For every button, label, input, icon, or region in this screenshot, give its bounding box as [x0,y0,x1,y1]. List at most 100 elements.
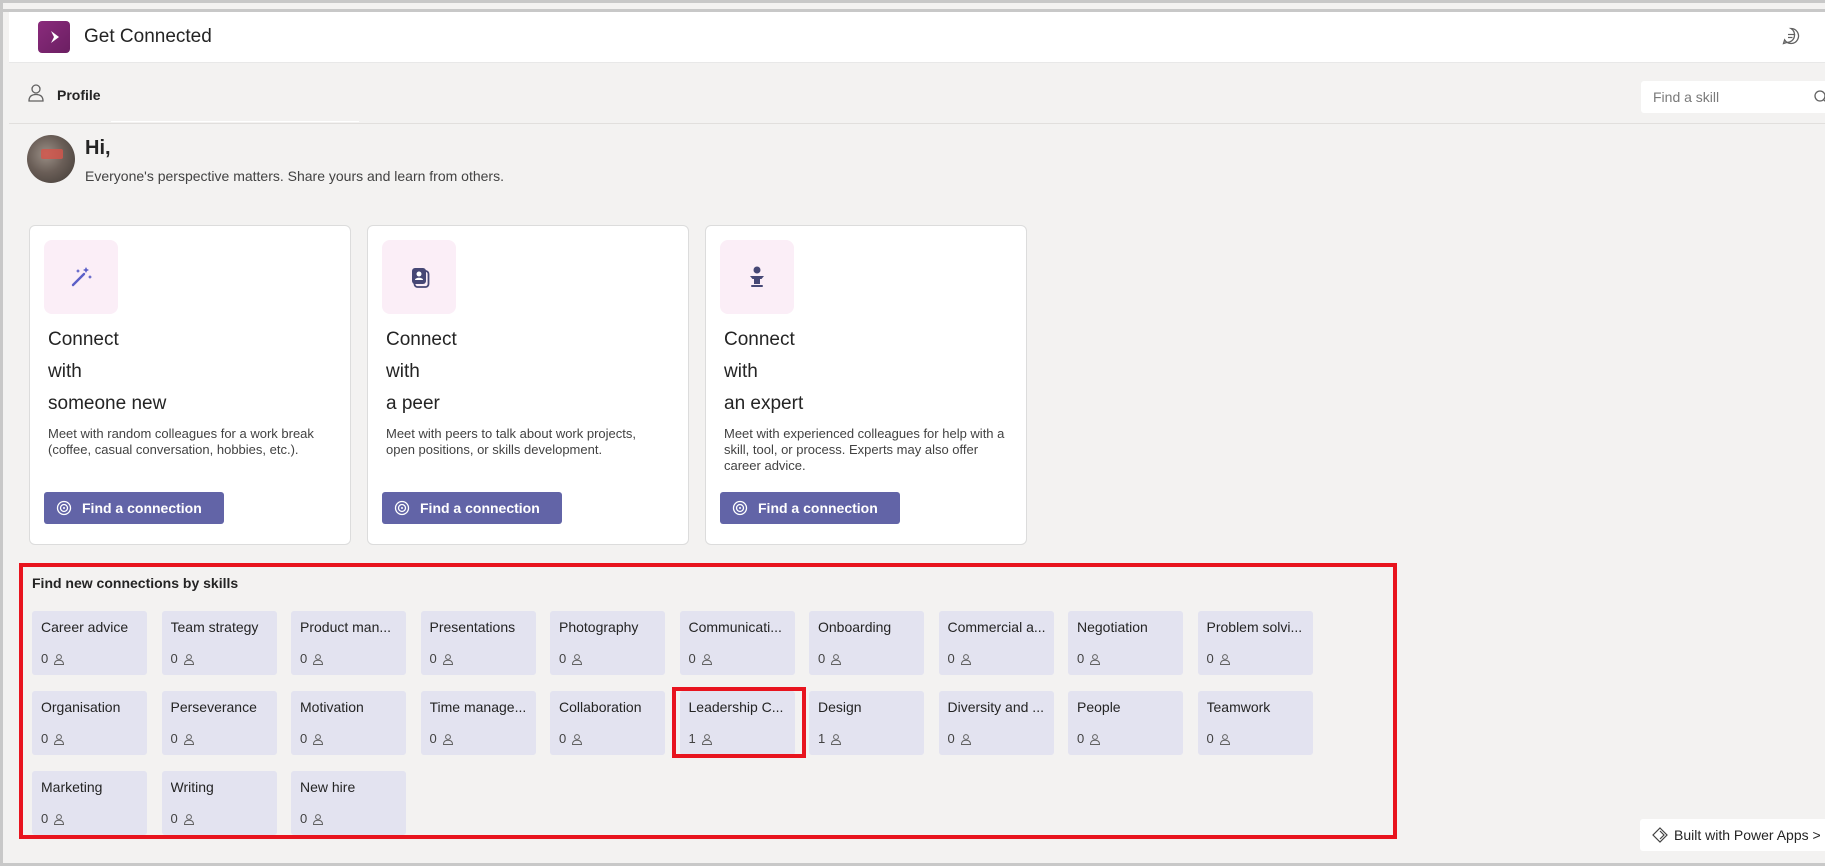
profile-label: Profile [57,86,101,103]
skill-count: 0 [300,651,324,666]
card-description: Meet with peers to talk about work proje… [386,426,637,457]
search-placeholder: Find a skill [1653,89,1720,105]
mentor-icon [720,240,794,314]
skill-name: People [1077,699,1121,715]
profile-link[interactable]: Profile [27,83,101,106]
skill-count: 0 [300,731,324,746]
skill-name: Diversity and ... [947,699,1044,715]
skill-name: Product man... [300,619,392,635]
app-frame: Get Connected Profile Find a skill Hi, E… [0,0,1825,866]
skill-tile[interactable]: Commercial a... 0 [938,611,1054,675]
skill-count: 0 [171,651,195,666]
skill-count: 1 [818,731,842,746]
skill-tile[interactable]: Presentations 0 [420,611,536,675]
skill-name: Photography [559,619,639,635]
skill-count: 0 [818,651,842,666]
magic-wand-icon [44,240,118,314]
app-title: Get Connected [84,26,212,47]
skills-section: Find new connections by skills Career ad… [18,563,1397,839]
find-connection-button[interactable]: Find a connection [44,492,224,524]
skill-tile[interactable]: Marketing 0 [32,771,147,835]
skill-name: Writing [170,779,214,795]
avatar[interactable] [27,135,75,183]
skill-tile[interactable]: Time manage... 0 [420,691,536,755]
power-apps-logo-icon [38,21,70,53]
skill-tile[interactable]: Team strategy 0 [161,611,277,675]
skill-count: 0 [1077,731,1101,746]
skill-count: 0 [1207,731,1231,746]
person-icon [1219,653,1230,665]
skill-tile[interactable]: Organisation 0 [32,691,147,755]
person-icon [1219,733,1230,745]
skill-tile[interactable]: Problem solvi... 0 [1197,611,1313,675]
person-icon [442,733,453,745]
skill-count: 0 [41,651,65,666]
person-icon [572,653,583,665]
skill-highlight-box [671,687,806,758]
app-header: Get Connected [9,12,1825,63]
search-input[interactable]: Find a skill [1641,81,1825,113]
skill-tile[interactable]: Writing 0 [161,771,277,835]
person-icon [54,813,65,825]
skills-heading: Find new connections by skills [32,575,239,591]
person-icon [183,653,194,665]
skill-name: Design [818,699,862,715]
person-icon [313,813,324,825]
skill-tile[interactable]: Motivation 0 [291,691,406,755]
skill-tile[interactable]: New hire 0 [291,771,406,835]
target-icon [732,500,748,516]
built-with-power-apps-link[interactable]: Built with Power Apps > [1640,819,1825,851]
skill-count: 0 [1207,651,1231,666]
skill-tile[interactable]: Diversity and ... 0 [938,691,1054,755]
skill-name: Team strategy [170,619,259,635]
skill-name: Collaboration [559,699,642,715]
chat-icon[interactable] [1781,26,1801,46]
skill-name: New hire [300,779,356,795]
nav-bar: Profile Find a skill [9,63,1825,124]
skill-count: 0 [948,651,972,666]
skill-name: Problem solvi... [1206,619,1303,635]
skill-tile[interactable]: People 0 [1068,691,1183,755]
skill-name: Negotiation [1077,619,1148,635]
skill-count: 0 [689,651,713,666]
person-icon [183,813,194,825]
person-icon [831,653,842,665]
target-icon [394,500,410,516]
person-icon [831,733,842,745]
skill-tile[interactable]: Communicati... 0 [679,611,795,675]
power-apps-diamond-icon [1652,827,1668,843]
person-icon [54,653,65,665]
skill-tile[interactable]: Collaboration 0 [550,691,665,755]
skill-tile[interactable]: Product man... 0 [291,611,406,675]
skill-tile[interactable]: Teamwork 0 [1197,691,1313,755]
skill-count: 0 [41,811,65,826]
target-icon [56,500,72,516]
skill-name: Presentations [429,619,516,635]
contact-card-icon [382,240,456,314]
skill-name: Marketing [41,779,103,795]
card-title: Connect with an expert [724,329,804,414]
connect-peer-card: Connect with a peer Meet with peers to tal… [367,225,689,545]
tab-underline [111,121,359,122]
skill-tile[interactable]: Career advice 0 [32,611,147,675]
skill-tile[interactable]: Perseverance 0 [161,691,277,755]
skill-tile[interactable]: Design 1 [809,691,924,755]
skill-count: 0 [300,811,324,826]
skill-name: Commercial a... [947,619,1046,635]
skill-tile[interactable]: Negotiation 0 [1068,611,1183,675]
person-icon [313,653,324,665]
skill-count: 0 [1077,651,1101,666]
skill-name: Career advice [41,619,129,635]
skill-name: Communicati... [688,619,782,635]
connect-expert-card: Connect with an expert Meet with experienc… [705,225,1027,545]
person-icon [27,83,45,106]
find-connection-button[interactable]: Find a connection [382,492,562,524]
skill-tile[interactable]: Photography 0 [550,611,665,675]
find-connection-button[interactable]: Find a connection [720,492,900,524]
skill-name: Perseverance [170,699,257,715]
person-icon [1090,653,1101,665]
skill-tile[interactable]: Onboarding 0 [809,611,924,675]
skill-name: Onboarding [818,619,892,635]
person-icon [572,733,583,745]
card-title: Connect with someone new [48,329,167,414]
